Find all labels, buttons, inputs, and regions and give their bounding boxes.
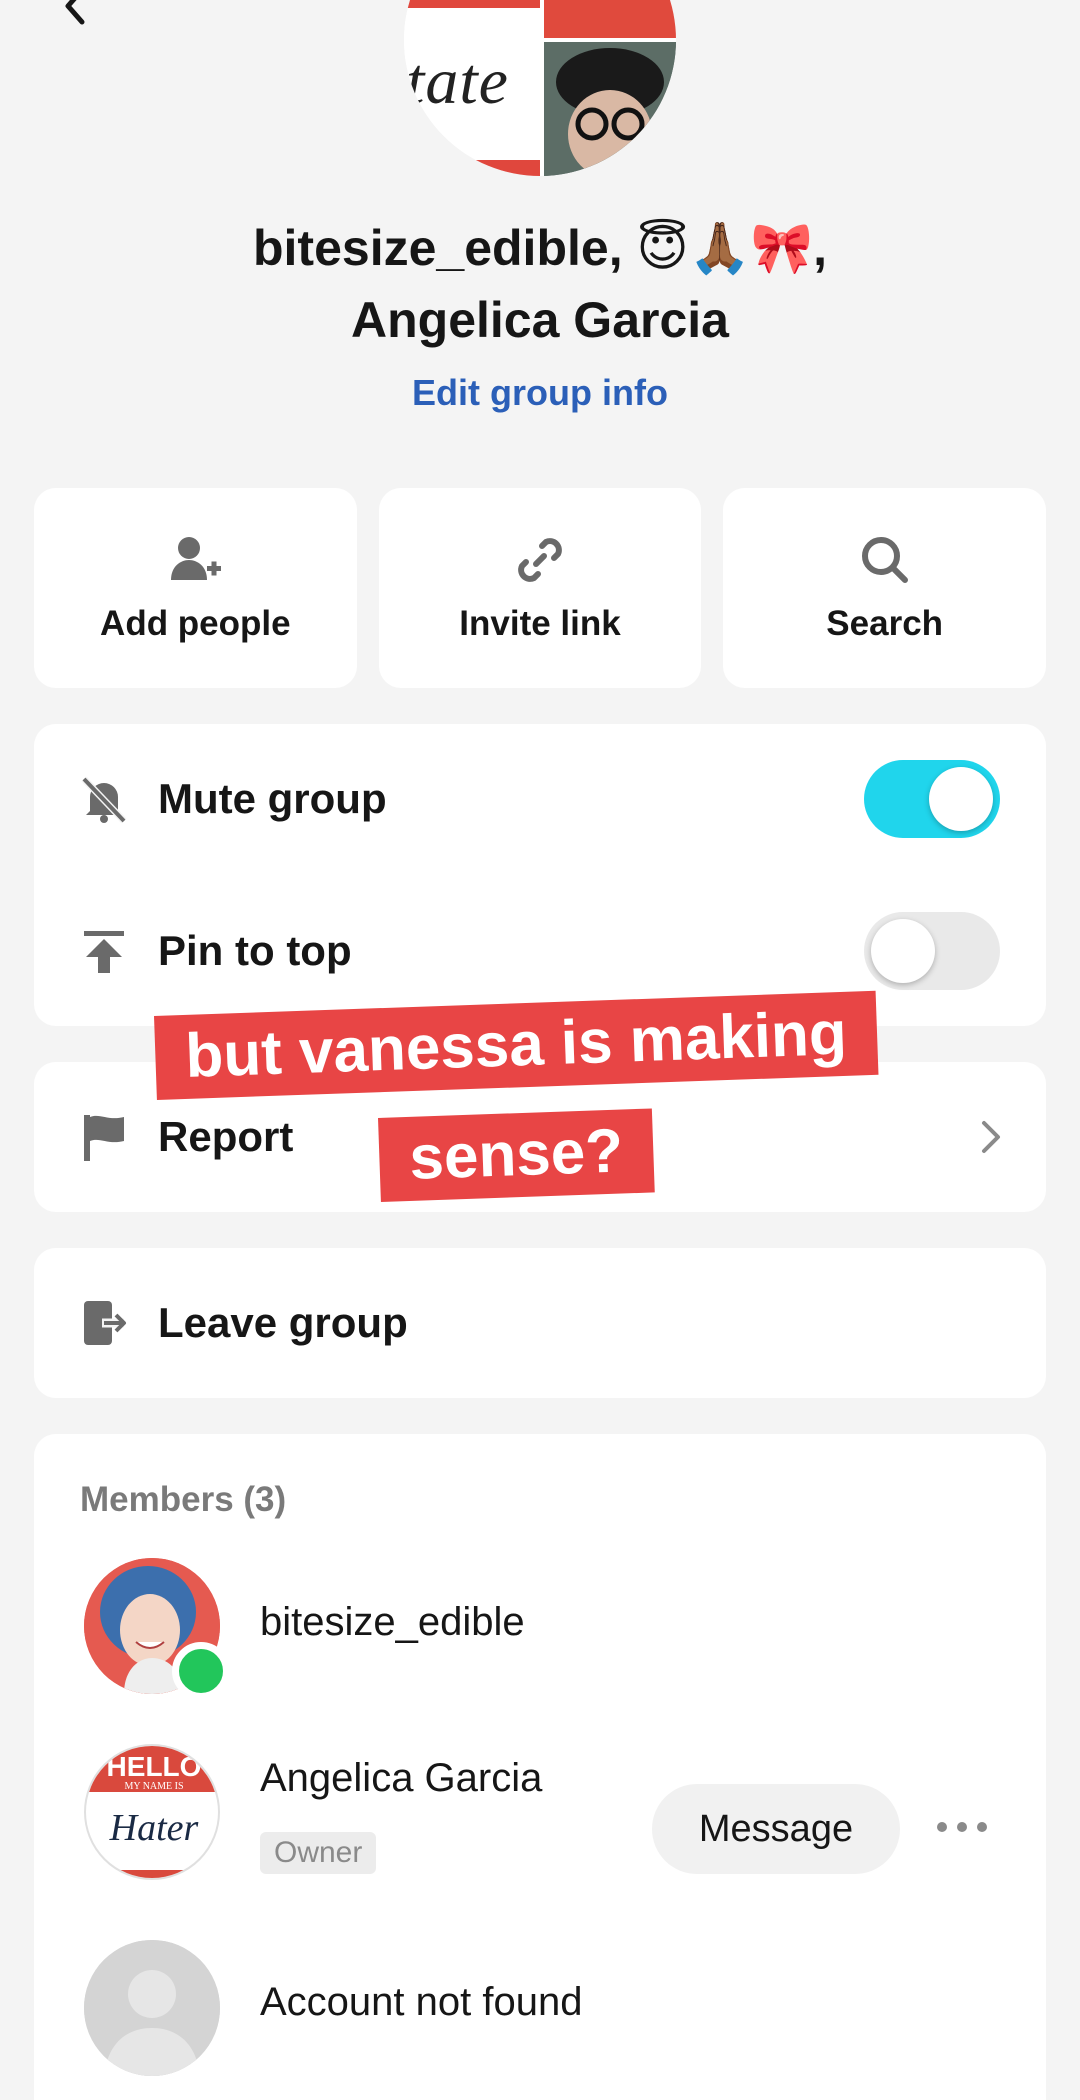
pin-top-icon	[78, 925, 130, 977]
member-row[interactable]: Account not found	[34, 1930, 1046, 2090]
leave-group-row[interactable]: Leave group	[34, 1248, 1046, 1398]
search-button[interactable]: Search	[723, 488, 1047, 688]
back-icon[interactable]	[56, 0, 96, 26]
flag-icon	[78, 1111, 130, 1163]
group-title-line-1: bitesize_edible, 😇🙏🏾🎀,	[253, 220, 827, 276]
action-tiles: Add people Invite link Search	[34, 488, 1047, 688]
member-name: bitesize_edible	[260, 1600, 525, 1644]
avatar: HELLO MY NAME IS Hater	[84, 1744, 220, 1880]
toggle-knob	[871, 919, 935, 983]
invite-link-label: Invite link	[459, 604, 621, 643]
report-label: Report	[158, 1113, 294, 1160]
invite-link-button[interactable]: Invite link	[378, 488, 702, 688]
chevron-right-icon	[982, 1121, 1000, 1153]
settings-card: Mute group Pin to top	[34, 724, 1046, 1026]
member-name: Angelica Garcia	[260, 1756, 543, 1800]
member-row[interactable]: bitesize_edible	[34, 1548, 1046, 1708]
pin-to-top-toggle[interactable]	[864, 912, 1000, 990]
search-label: Search	[826, 604, 944, 643]
caption-line-2: sense?	[378, 1108, 655, 1202]
link-icon	[512, 532, 568, 588]
avatar-hello-text: HELLO	[107, 1751, 202, 1782]
member-name: Account not found	[260, 1980, 583, 2024]
search-icon	[857, 532, 913, 588]
group-info-page: tate bitesize_edible, 😇🙏🏾🎀, Angelica Gar…	[0, 0, 1080, 2100]
avatar-tile-bottom-right	[544, 42, 676, 176]
leave-group-label: Leave group	[158, 1299, 408, 1346]
avatar-red-band	[404, 0, 540, 8]
add-person-icon	[167, 532, 223, 588]
avatar-placeholder	[84, 1940, 220, 2076]
members-header: Members (3)	[80, 1480, 287, 1519]
member-row[interactable]: HELLO MY NAME IS Hater Angelica Garcia O…	[34, 1734, 1046, 1894]
mute-group-toggle[interactable]	[864, 760, 1000, 838]
pin-to-top-label: Pin to top	[158, 927, 352, 974]
message-button[interactable]: Message	[652, 1784, 900, 1874]
exit-icon	[78, 1297, 130, 1349]
mute-group-row[interactable]: Mute group	[34, 724, 1046, 874]
bell-off-icon	[78, 773, 130, 825]
avatar-red-band-bottom	[404, 160, 540, 176]
owner-badge: Owner	[260, 1832, 377, 1874]
avatar-hater-text: Hater	[109, 1807, 199, 1849]
group-avatar[interactable]: tate	[404, 0, 676, 176]
group-title-line-2: Angelica Garcia	[351, 292, 729, 348]
add-people-button[interactable]: Add people	[34, 488, 357, 688]
toggle-knob	[929, 767, 993, 831]
mute-group-label: Mute group	[158, 775, 387, 822]
avatar-tile-text: tate	[406, 45, 509, 118]
avatar-tile-top-right	[544, 0, 676, 38]
more-options-icon[interactable]	[932, 1812, 992, 1842]
avatar-name-is-text: MY NAME IS	[124, 1781, 183, 1792]
online-status-indicator	[172, 1642, 230, 1700]
group-title: bitesize_edible, 😇🙏🏾🎀, Angelica Garcia	[0, 212, 1080, 356]
leave-card: Leave group	[34, 1248, 1046, 1398]
edit-group-info-link[interactable]: Edit group info	[0, 372, 1080, 414]
add-people-label: Add people	[100, 604, 291, 643]
